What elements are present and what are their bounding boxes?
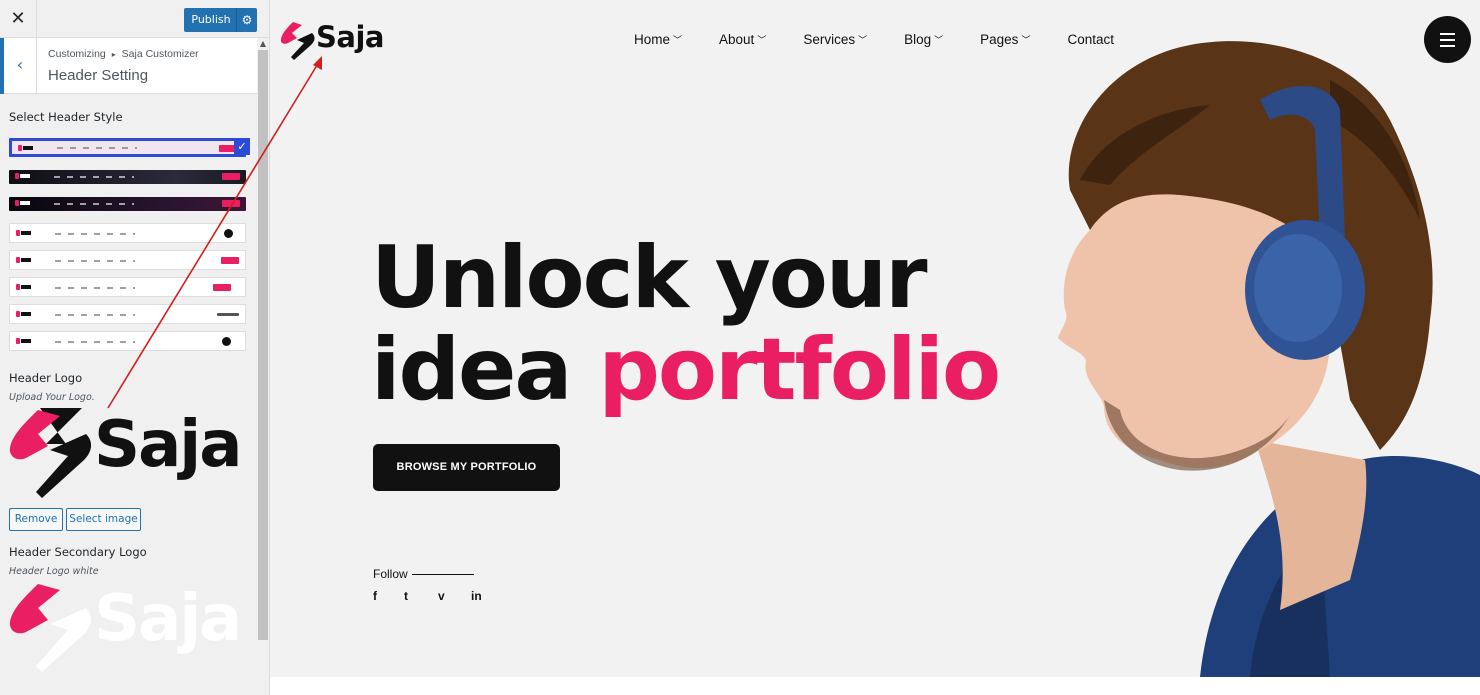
section-header: ‹ Customizing ▸ Saja Customizer Header S… [0, 38, 257, 94]
customizer-header: ✕ Publish ⚙ [0, 0, 269, 38]
nav-services-label: Services [803, 32, 856, 47]
breadcrumb: Customizing ▸ Saja Customizer [48, 48, 199, 60]
hero-title: Unlock your idea portfolio [371, 228, 1001, 416]
preview-footer-strip [270, 677, 1480, 695]
secondary-logo-description: Header Logo white [9, 566, 99, 577]
breadcrumb-separator: ▸ [111, 50, 116, 59]
nav-home-label: Home [634, 32, 671, 47]
customizer-sidebar: ✕ Publish ⚙ ‹ Customizing ▸ Saja Customi… [0, 0, 270, 695]
header-logo-description: Upload Your Logo. [9, 392, 95, 403]
header-style-label: Select Header Style [9, 110, 123, 124]
hero-line-2-accent: portfolio [598, 320, 1001, 420]
chevron-down-icon: ﹀ [934, 35, 944, 45]
nav-item-services[interactable]: Services ﹀ [803, 32, 867, 47]
header-style-option-1[interactable] [9, 138, 246, 157]
logo-mark-white-icon [9, 584, 92, 672]
hero-line-1: Unlock your [371, 228, 928, 328]
follow-label: Follow [373, 567, 408, 581]
scrollbar-thumb[interactable] [258, 50, 268, 640]
remove-logo-button[interactable]: Remove [9, 508, 63, 531]
chevron-down-icon: ﹀ [673, 35, 683, 45]
facebook-icon[interactable]: f [373, 589, 377, 603]
sidebar-scrollbar[interactable]: ▲ [257, 38, 269, 695]
secondary-logo-wordmark: Saja [94, 582, 242, 656]
follow-divider [412, 574, 474, 575]
select-image-button[interactable]: Select image [66, 508, 141, 531]
header-style-option-5[interactable] [9, 250, 246, 270]
hero-person-image [1058, 41, 1480, 677]
section-title: Header Setting [48, 67, 149, 84]
vimeo-icon[interactable]: v [438, 589, 445, 603]
header-style-option-3[interactable] [9, 197, 246, 211]
header-style-option-4[interactable] [9, 223, 246, 243]
site-logo[interactable]: Saja [280, 20, 384, 62]
secondary-logo-label: Header Secondary Logo [9, 545, 147, 559]
site-logo-text: Saja [316, 20, 384, 54]
publish-settings-button[interactable]: ⚙ [236, 8, 257, 32]
header-style-option-7[interactable] [9, 304, 246, 324]
nav-pages-label: Pages [980, 32, 1019, 47]
nav-item-blog[interactable]: Blog ﹀ [904, 32, 943, 47]
nav-blog-label: Blog [904, 32, 932, 47]
site-preview: Saja Home ﹀ About ﹀ Services ﹀ Blog ﹀ Pages ﹀… [270, 0, 1480, 677]
secondary-logo-preview: Saja [8, 580, 253, 676]
gear-icon: ⚙ [241, 13, 253, 27]
nav-about-label: About [719, 32, 755, 47]
linkedin-icon[interactable]: in [471, 589, 482, 603]
header-logo-wordmark: Saja [94, 408, 242, 482]
chevron-down-icon: ﹀ [757, 35, 767, 45]
nav-item-pages[interactable]: Pages ﹀ [980, 32, 1030, 47]
header-logo-preview: Saja [8, 406, 253, 502]
customizer-controls[interactable]: ‹ Customizing ▸ Saja Customizer Header S… [0, 38, 257, 695]
nav-item-about[interactable]: About ﹀ [719, 32, 766, 47]
publish-button[interactable]: Publish [184, 8, 238, 32]
twitter-icon[interactable]: t [404, 589, 408, 603]
back-button[interactable]: ‹ [0, 38, 37, 94]
back-chevron-icon: ‹ [16, 55, 24, 74]
browse-portfolio-button[interactable]: BROWSE MY PORTFOLIO [373, 444, 560, 491]
scroll-up-icon[interactable]: ▲ [257, 38, 269, 50]
logo-mark-icon [9, 408, 92, 498]
nav-item-home[interactable]: Home ﹀ [634, 32, 682, 47]
close-icon: ✕ [10, 8, 26, 29]
selected-check-icon: ✓ [234, 138, 250, 155]
site-logo-mark-icon [280, 22, 315, 60]
header-style-option-6[interactable] [9, 277, 246, 297]
header-style-option-2[interactable] [9, 170, 246, 184]
chevron-down-icon: ﹀ [858, 35, 868, 45]
header-logo-label: Header Logo [9, 371, 83, 385]
hero-line-2: idea portfolio [371, 324, 1001, 416]
breadcrumb-panel: Saja Customizer [121, 48, 199, 60]
header-style-option-8[interactable] [9, 331, 246, 351]
breadcrumb-root: Customizing [48, 48, 106, 60]
close-customizer-button[interactable]: ✕ [0, 0, 37, 37]
hero-line-2-plain: idea [371, 320, 599, 420]
